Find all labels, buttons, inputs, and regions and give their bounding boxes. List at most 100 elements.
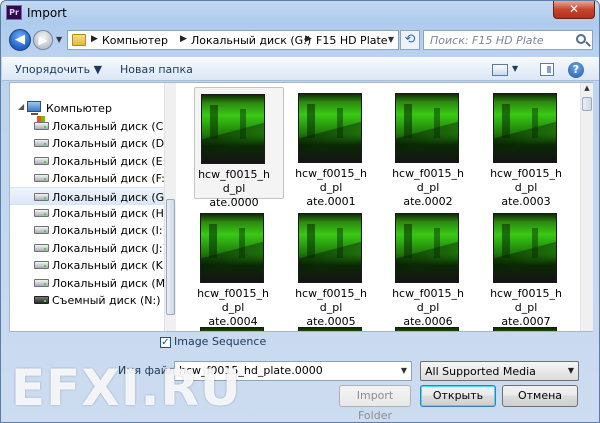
tree-item-drive[interactable]: Съемный диск (N:): [10, 291, 166, 309]
tree-item-computer[interactable]: ◢ Компьютер: [10, 99, 166, 117]
chevron-down-icon[interactable]: ▼: [568, 366, 574, 375]
drive-icon: [34, 192, 49, 201]
file-thumbnail: [200, 213, 264, 283]
forward-button[interactable]: ▶: [33, 30, 53, 50]
refresh-button[interactable]: ⟲: [400, 30, 420, 50]
file-list-scrollbar[interactable]: ▲: [580, 83, 593, 331]
breadcrumb-current-folder[interactable]: F15 HD Plate: [316, 34, 388, 47]
breadcrumb-computer[interactable]: Компьютер: [102, 34, 168, 47]
preview-pane-icon[interactable]: [540, 63, 554, 76]
file-item[interactable]: hcw_f0015_hd_pl ate.0007: [487, 207, 577, 328]
file-thumbnail: [200, 327, 264, 331]
search-placeholder: Поиск: F15 HD Plate: [430, 34, 544, 47]
file-name-line: hcw_f0015_hd_pl: [490, 287, 562, 314]
file-thumbnail: [493, 93, 557, 163]
file-thumbnail: [395, 327, 459, 331]
recent-pages-dropdown-icon[interactable]: ▼: [56, 35, 62, 44]
address-dropdown-icon[interactable]: ▼: [388, 35, 394, 44]
file-item[interactable]: hcw_f0015_hd_pl ate.0006: [389, 207, 479, 328]
file-item[interactable]: [194, 321, 284, 331]
file-name: hcw_f0015_hd_pl ate.0001: [292, 167, 370, 209]
tree-item-drive[interactable]: Локальный диск (M:): [10, 274, 173, 292]
tree-item-drive[interactable]: Локальный диск (C:): [10, 116, 171, 135]
image-sequence-checkbox[interactable]: ✓: [160, 337, 171, 348]
file-thumbnail: [493, 327, 557, 331]
tree-item-label: Локальный диск (I:): [52, 224, 167, 238]
scroll-up-icon[interactable]: ▲: [582, 84, 592, 96]
drive-icon: [34, 243, 49, 252]
tree-item-label: Локальный диск (E:): [52, 154, 171, 168]
file-list: hcw_f0015_hd_pl ate.0000 hcw_f0015_hd_pl at…: [182, 83, 580, 331]
tree-item-label: Съемный диск (N:): [52, 294, 161, 307]
file-name-line: hcw_f0015_hd_pl: [295, 287, 367, 314]
file-name-line: hcw_f0015_hd_pl: [392, 287, 464, 314]
tree-item-label: Локальный диск (M:): [52, 276, 174, 290]
tree-item-drive[interactable]: Локальный диск (D:): [10, 134, 172, 152]
tree-item-label: Локальный диск (H:): [52, 207, 172, 220]
file-name-line: hcw_f0015_hd_pl: [295, 167, 367, 194]
search-input[interactable]: Поиск: F15 HD Plate: [423, 30, 593, 50]
file-thumbnail: [395, 93, 459, 163]
tree-item-drive[interactable]: Локальный диск (F:): [10, 169, 169, 187]
file-type-select[interactable]: All Supported Media ▼: [420, 361, 579, 381]
file-item[interactable]: [292, 321, 382, 331]
computer-icon: [27, 101, 41, 115]
image-sequence-label[interactable]: Image Sequence: [174, 335, 266, 348]
tree-item-drive[interactable]: Локальный диск (J:): [10, 239, 167, 257]
tree-item-drive[interactable]: Локальный диск (I:): [10, 221, 167, 239]
file-name-line: hcw_f0015_hd_pl: [490, 167, 562, 194]
tree-item-label: Локальный диск (C:): [52, 120, 172, 133]
file-thumbnail: [201, 94, 265, 164]
organize-menu-button[interactable]: Упорядочить ▼: [15, 63, 102, 76]
drive-icon: [34, 174, 49, 183]
close-button[interactable]: ✕: [553, 1, 595, 19]
file-item[interactable]: [389, 321, 479, 331]
drive-icon: [34, 209, 49, 217]
file-item[interactable]: hcw_f0015_hd_pl ate.0004: [194, 207, 284, 328]
file-name-line: hcw_f0015_hd_pl: [198, 168, 270, 195]
tree-item-drive[interactable]: Локальный диск (H:): [10, 204, 172, 222]
drive-icon: [34, 261, 49, 270]
window-title: Import: [27, 6, 67, 20]
cancel-button[interactable]: Отмена: [502, 385, 578, 407]
tree-item-drive[interactable]: Локальный диск (K:): [10, 256, 171, 274]
tree-item-label: Локальный диск (K:): [52, 259, 171, 273]
import-folder-button[interactable]: Import Folder: [339, 385, 411, 422]
help-icon[interactable]: ?: [568, 62, 584, 78]
file-name: hcw_f0015_hd_pl ate.0002: [389, 167, 467, 209]
new-folder-button[interactable]: Новая папка: [120, 63, 193, 76]
breadcrumb-separator-icon[interactable]: ▶: [305, 34, 312, 44]
file-name: hcw_f0015_hd_pl ate.0000: [195, 168, 273, 210]
file-thumbnail: [298, 93, 362, 163]
open-button[interactable]: Открыть: [420, 385, 496, 407]
view-options-icon[interactable]: [492, 64, 508, 76]
scrollbar-thumb[interactable]: [166, 199, 175, 315]
breadcrumb-drive-g[interactable]: Локальный диск (G:): [191, 34, 311, 47]
file-item[interactable]: hcw_f0015_hd_pl ate.0002: [389, 87, 479, 208]
file-item[interactable]: hcw_f0015_hd_pl ate.0001: [292, 87, 382, 208]
navigation-scrollbar[interactable]: [164, 83, 176, 331]
file-item[interactable]: hcw_f0015_hd_pl ate.0005: [292, 207, 382, 328]
title-bar[interactable]: Pr Import ✕: [1, 1, 599, 25]
scrollbar-thumb[interactable]: [582, 97, 592, 111]
collapse-icon[interactable]: ◢: [18, 102, 24, 111]
file-item[interactable]: [487, 321, 577, 331]
breadcrumb-separator-icon[interactable]: ▶: [91, 34, 98, 44]
breadcrumb-separator-icon[interactable]: ▶: [180, 34, 187, 44]
drive-icon: [34, 278, 49, 287]
view-dropdown-icon[interactable]: ▼: [512, 64, 518, 73]
tree-item-drive[interactable]: Локальный диск (E:): [10, 152, 171, 170]
filename-dropdown-icon[interactable]: ▼: [401, 366, 407, 375]
file-item[interactable]: hcw_f0015_hd_pl ate.0003: [487, 87, 577, 208]
file-name-line: hcw_f0015_hd_pl: [392, 167, 464, 194]
tree-item-drive[interactable]: Локальный диск (G:): [10, 186, 172, 205]
navigation-pane: ◢ Компьютер Локальный диск (C:) Локальный…: [10, 83, 176, 331]
back-button[interactable]: ◀: [9, 29, 31, 51]
search-icon: [576, 34, 586, 44]
file-thumbnail: [298, 213, 362, 283]
drive-icon: [34, 139, 49, 148]
file-name: hcw_f0015_hd_pl ate.0003: [487, 167, 565, 209]
file-item[interactable]: hcw_f0015_hd_pl ate.0000: [194, 87, 284, 209]
address-bar[interactable]: ▶ Компьютер ▶ Локальный диск (G:) ▶ F15 …: [67, 30, 399, 50]
file-thumbnail: [298, 327, 362, 331]
